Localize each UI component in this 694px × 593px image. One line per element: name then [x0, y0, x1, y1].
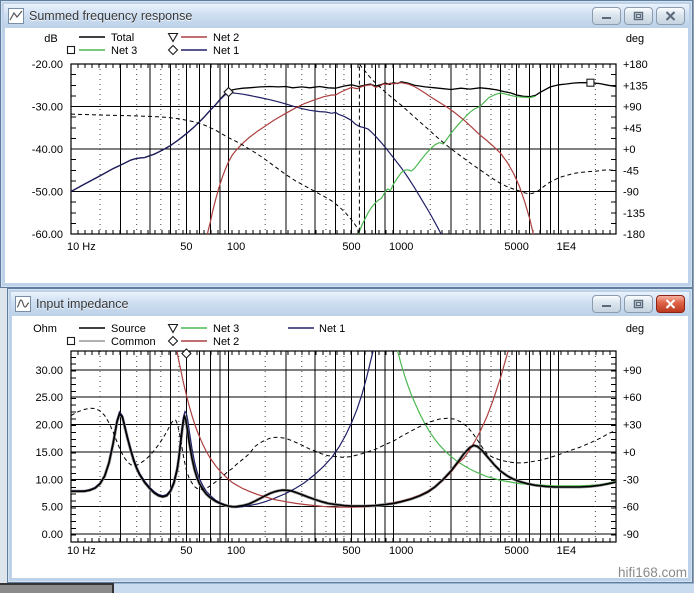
close-button[interactable]: [656, 295, 685, 313]
titlebar[interactable]: Summed frequency response: [4, 4, 689, 27]
y-right-label: +0: [623, 447, 636, 459]
y-right-label: -135: [623, 208, 645, 220]
watermark: hifi168.com: [618, 565, 687, 578]
window-summed-frequency-response: Summed frequency response -20.00 -30.00 -4…: [0, 0, 693, 288]
x-tick-label: 50: [180, 545, 192, 557]
axis-labels: -20.00 -30.00 -40.00 -50.00 -60.00 +180 +135 +9…: [32, 33, 648, 253]
y-right-label: -180: [623, 229, 645, 241]
legend-label: Net 1: [213, 45, 239, 57]
y-left-label: -50.00: [32, 187, 63, 199]
x-tick-label: 100: [227, 241, 245, 253]
titlebar[interactable]: Input impedance: [11, 292, 689, 315]
series-net-3: [396, 345, 616, 486]
y-left-label: 30.00: [35, 365, 63, 377]
y-right-label: +90: [623, 102, 642, 114]
y-right-label: -90: [623, 529, 639, 541]
minor-grid: [100, 351, 595, 542]
y-right-label: +135: [623, 80, 648, 92]
y-right-label: -30: [623, 474, 639, 486]
series-net-1: [71, 93, 443, 239]
summed-frequency-response-chart: -20.00 -30.00 -40.00 -50.00 -60.00 +180 +135 +9…: [5, 28, 688, 283]
y-left-label: -60.00: [32, 229, 63, 241]
minimize-button[interactable]: [592, 295, 621, 313]
x-tick-label: 10 Hz: [67, 241, 96, 253]
x-tick-label: 10 Hz: [67, 545, 96, 557]
x-tick-label: 100: [227, 545, 245, 557]
y-left-label: -30.00: [32, 102, 63, 114]
legend-marker-triangle: [169, 325, 178, 333]
y-right-label: +90: [623, 365, 642, 377]
y-left-label: 10.00: [35, 474, 63, 486]
y-left-label: 20.00: [35, 420, 63, 432]
curve-marker-diamond: [182, 349, 191, 358]
close-button[interactable]: [656, 7, 685, 25]
input-impedance-chart: 30.00 25.00 20.00 15.00 10.00 5.00 0.00 +90 +60 +…: [12, 316, 688, 578]
curve-marker-square: [587, 79, 594, 86]
legend: SourceCommon Net 3Net 2 Net 1: [68, 323, 346, 348]
series-group: [71, 64, 616, 238]
y-left-unit-label: Ohm: [33, 323, 57, 335]
y-right-label: +0: [623, 144, 636, 156]
y-right-label: +180: [623, 59, 648, 71]
legend-marker-triangle: [169, 34, 178, 42]
y-right-label: +60: [623, 392, 642, 404]
y-left-label: -40.00: [32, 144, 63, 156]
legend-label: Net 3: [213, 323, 239, 335]
y-right-label: -45: [623, 165, 639, 177]
legend-label: Net 1: [319, 323, 345, 335]
x-tick-label: 1E4: [557, 545, 577, 557]
x-tick-label: 1000: [389, 545, 413, 557]
series-common: [71, 414, 616, 507]
legend-label: Total: [111, 32, 134, 44]
x-tick-label: 5000: [504, 545, 528, 557]
legend-label: Common: [111, 336, 156, 348]
frequency-response-chart-area: -20.00 -30.00 -40.00 -50.00 -60.00 +180 +135 +9…: [5, 28, 688, 283]
y-left-label: 25.00: [35, 392, 63, 404]
legend-marker-diamond: [169, 46, 178, 55]
window-title: Summed frequency response: [29, 9, 589, 23]
background-edge: [0, 288, 7, 583]
x-tick-label: 500: [342, 545, 360, 557]
y-left-label: -20.00: [32, 59, 63, 71]
y-left-label: 0.00: [42, 529, 63, 541]
legend: TotalNet 3 Net 2Net 1: [68, 32, 240, 57]
y-right-label: +45: [623, 123, 642, 135]
series-total: [71, 82, 616, 192]
restore-button[interactable]: [624, 7, 653, 25]
y-left-label: 5.00: [42, 502, 63, 514]
restore-button[interactable]: [624, 295, 653, 313]
legend-label: Net 2: [213, 336, 239, 348]
y-right-label: -60: [623, 502, 639, 514]
y-right-label: +30: [623, 420, 642, 432]
x-tick-label: 5000: [504, 241, 528, 253]
series-phase: [71, 408, 616, 489]
impedance-chart-area: 30.00 25.00 20.00 15.00 10.00 5.00 0.00 +90 +60 +…: [12, 316, 688, 578]
y-left-label: 15.00: [35, 447, 63, 459]
window-input-impedance: Input impedance 30.00 25.00 20.00 15.00 10.0…: [7, 288, 693, 583]
axis-labels: 30.00 25.00 20.00 15.00 10.00 5.00 0.00 +90 +60 +…: [33, 323, 644, 557]
x-tick-label: 50: [180, 241, 192, 253]
x-tick-label: 1E4: [557, 241, 577, 253]
legend-label: Source: [111, 323, 146, 335]
minimize-button[interactable]: [592, 7, 621, 25]
impedance-window-icon: [15, 296, 31, 312]
x-tick-label: 1000: [389, 241, 413, 253]
legend-label: Net 3: [111, 45, 137, 57]
legend-marker-square: [68, 47, 75, 54]
background-window-corner: [0, 583, 114, 593]
window-title: Input impedance: [36, 297, 589, 311]
y-right-unit-label: deg: [626, 323, 644, 335]
x-tick-label: 500: [342, 241, 360, 253]
y-left-unit-label: dB: [44, 33, 57, 45]
legend-label: Net 2: [213, 32, 239, 44]
legend-marker-square: [68, 338, 75, 345]
y-right-unit-label: deg: [626, 33, 644, 45]
y-right-label: -90: [623, 187, 639, 199]
legend-marker-diamond: [169, 337, 178, 346]
frequency-response-window-icon: [8, 8, 24, 24]
